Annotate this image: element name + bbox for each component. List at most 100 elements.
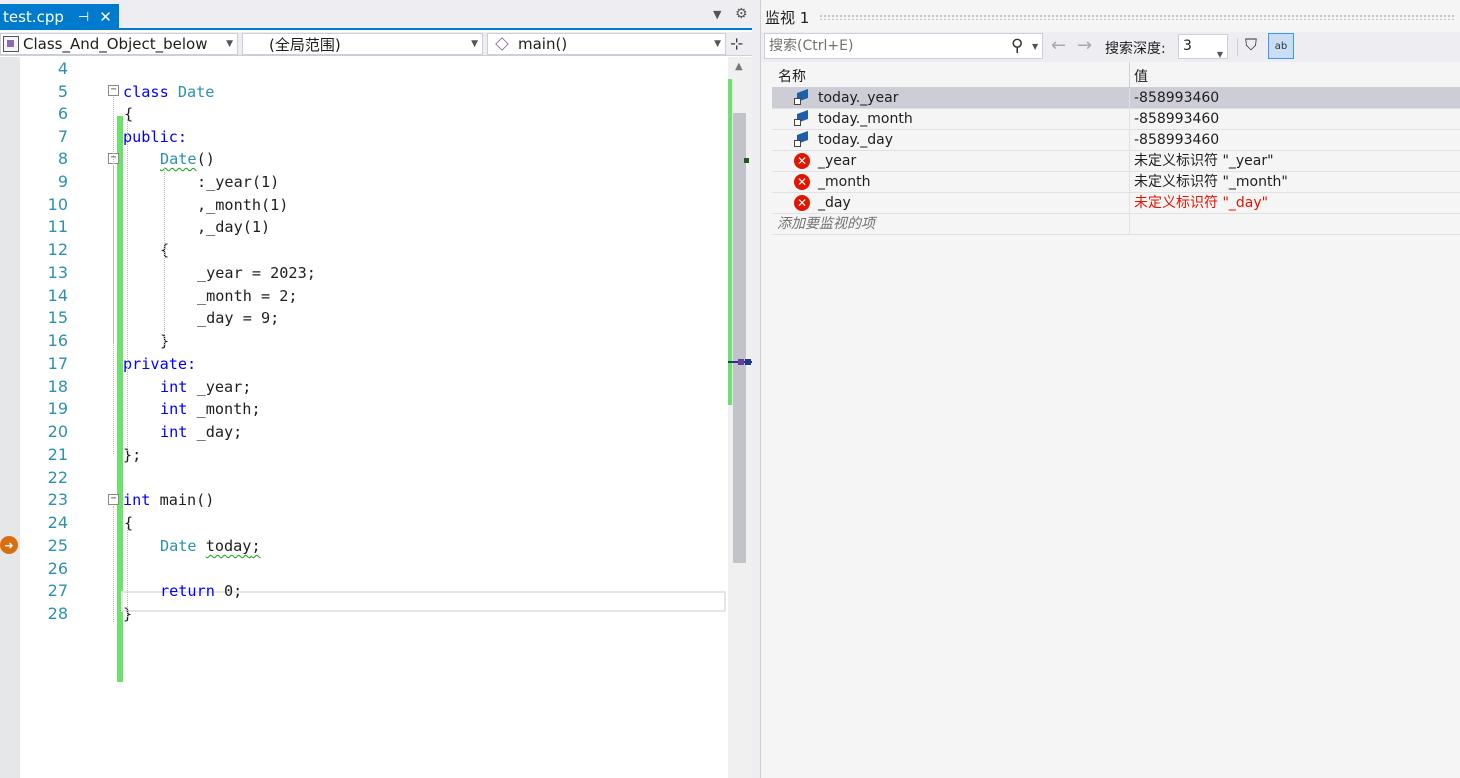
watch-toolbar: ⚲ ▼ ← → 搜索深度: 3 ▼ ⛉ ab (761, 32, 1460, 62)
keyword: class (123, 83, 169, 101)
scrollbar-marker (745, 359, 751, 365)
watch-row-name: today._year (818, 90, 899, 106)
project-combo[interactable]: Class_And_Object_below ▼ (0, 33, 238, 55)
line-number: 7 (57, 127, 68, 146)
code-text: _year; (187, 378, 252, 396)
pin-icon[interactable]: ⊣ (78, 10, 89, 25)
back-arrow-icon[interactable]: ← (1051, 35, 1066, 56)
code-text: { (124, 514, 134, 532)
code-text: () (196, 150, 215, 168)
scroll-up-icon[interactable]: ▲ (735, 61, 743, 72)
scrollbar-marker (744, 158, 749, 163)
code-editor-pane: test.cpp ⊣ ✕ ▼ ⚙ Class_And_Object_below … (0, 0, 752, 778)
chevron-down-icon: ▼ (226, 39, 233, 49)
chevron-down-icon: ▼ (471, 39, 478, 49)
outline-guide (113, 165, 114, 343)
watch-row-value: 未定义标识符 "_year" (1134, 153, 1274, 169)
indent-guide (164, 167, 165, 345)
vertical-scrollbar[interactable]: ▲ (728, 57, 752, 778)
watch-row[interactable]: today._day -858993460 (772, 130, 1460, 151)
column-header-value[interactable]: 值 (1134, 66, 1148, 86)
line-number: 4 (57, 59, 68, 78)
indent-guide (127, 527, 128, 617)
code-text: _year = 2023; (197, 264, 316, 282)
watch-row[interactable]: ✕ _day 未定义标识符 "_day" (772, 193, 1460, 214)
error-icon: ✕ (794, 174, 810, 190)
private-member-icon (794, 109, 810, 127)
scrollbar-thumb[interactable] (733, 113, 746, 563)
watch-title: 监视 1 (765, 8, 810, 27)
forward-arrow-icon[interactable]: → (1077, 35, 1092, 56)
code-text: ; (251, 537, 261, 555)
grid-header: 名称 值 (772, 62, 1460, 88)
access-specifier: private: (123, 355, 197, 373)
function-combo-value: main() (518, 35, 568, 53)
watch-row-name: _month (818, 174, 871, 190)
watch-row-value: 未定义标识符 "_day" (1134, 195, 1269, 211)
code-text: ,_day(1) (197, 218, 271, 236)
private-member-icon (794, 130, 810, 148)
search-icon[interactable]: ⚲ (1011, 36, 1023, 56)
line-number: 21 (47, 445, 68, 464)
tab-test-cpp[interactable]: test.cpp ⊣ ✕ (0, 4, 119, 30)
line-number: 17 (47, 354, 68, 373)
code-text: }; (123, 446, 142, 464)
line-number: 24 (47, 513, 68, 532)
filter-icon[interactable]: ⛉ (1245, 35, 1257, 55)
function-combo[interactable]: main() ▼ (487, 33, 726, 55)
scope-combo-value: (全局范围) (269, 35, 341, 54)
column-splitter[interactable] (1129, 62, 1130, 88)
watch-window: 监视 1 ⚲ ▼ ← → 搜索深度: 3 ▼ ⛉ ab 名称 值 today._… (760, 0, 1460, 778)
close-icon[interactable]: ✕ (99, 8, 112, 26)
watch-row[interactable]: today._month -858993460 (772, 109, 1460, 130)
line-number: 28 (47, 604, 68, 623)
split-window-icon[interactable]: ⊹ (730, 34, 743, 53)
line-number: 23 (47, 490, 68, 509)
code-text: 0; (214, 582, 243, 600)
collapse-main-toggle[interactable]: − (108, 494, 119, 505)
watch-titlebar[interactable]: 监视 1 (761, 4, 1460, 30)
line-number: 8 (57, 149, 68, 168)
line-number: 26 (47, 559, 68, 578)
column-header-name[interactable]: 名称 (778, 66, 806, 86)
gear-icon[interactable]: ⚙ (735, 6, 748, 22)
keyword: int (160, 400, 188, 418)
line-number: 15 (47, 308, 68, 327)
chevron-down-icon[interactable]: ▼ (1032, 42, 1038, 51)
line-number: 16 (47, 331, 68, 350)
search-depth-combo[interactable]: 3 ▼ (1178, 34, 1228, 59)
keyword: int (123, 491, 151, 509)
function-cube-icon (495, 37, 509, 51)
watch-row-name: today._month (818, 111, 913, 127)
code-text: _month; (187, 400, 261, 418)
code-area[interactable]: 4 5 class Date 6 { 7 public: 8 Date() 9 … (20, 57, 728, 778)
code-text: _day = 9; (197, 309, 280, 327)
class-icon (3, 36, 19, 52)
keyword: int (160, 378, 188, 396)
search-box: ⚲ ▼ (764, 33, 1043, 59)
collapse-class-toggle[interactable]: − (108, 85, 119, 96)
line-number: 22 (47, 468, 68, 487)
watch-row-value: -858993460 (1134, 111, 1220, 127)
code-line: 22 (20, 467, 728, 489)
code-text: _day; (187, 423, 243, 441)
scope-combo[interactable]: (全局范围) ▼ (242, 33, 483, 55)
scrollbar-marker (738, 359, 744, 365)
search-input[interactable] (769, 38, 999, 54)
hex-display-button[interactable]: ab (1268, 33, 1294, 59)
instruction-pointer-icon[interactable]: ➜ (0, 536, 18, 554)
line-number: 20 (47, 422, 68, 441)
watch-row[interactable]: ✕ _year 未定义标识符 "_year" (772, 151, 1460, 172)
watch-row[interactable]: today._year -858993460 (772, 88, 1460, 109)
watch-row-name: today._day (818, 132, 894, 148)
add-watch-row[interactable]: 添加要监视的项 (772, 214, 1460, 235)
line-number: 13 (47, 263, 68, 282)
tab-overflow-dropdown-icon[interactable]: ▼ (713, 8, 721, 21)
line-number: 6 (57, 104, 68, 123)
indicator-margin[interactable] (0, 57, 20, 778)
watch-row-name: _year (818, 153, 857, 169)
line-number: 10 (47, 195, 68, 214)
watch-row[interactable]: ✕ _month 未定义标识符 "_month" (772, 172, 1460, 193)
error-icon: ✕ (794, 195, 810, 211)
line-number: 19 (47, 399, 68, 418)
